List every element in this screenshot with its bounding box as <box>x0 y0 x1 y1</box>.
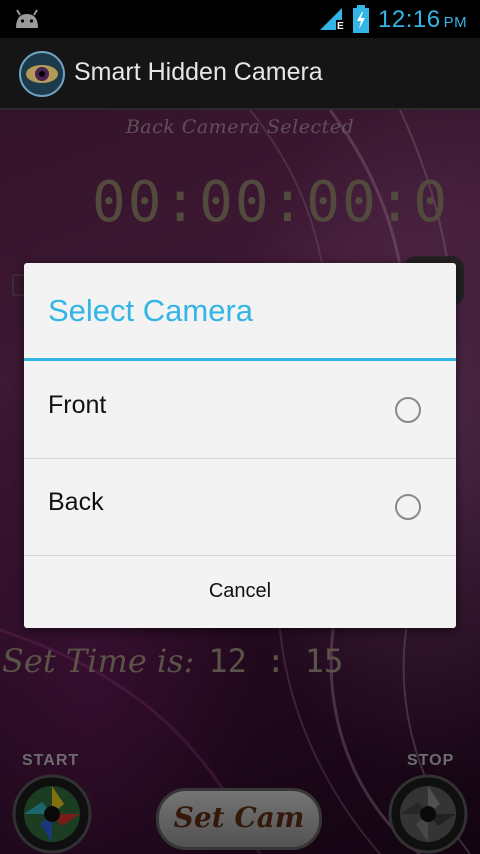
clock-ampm: PM <box>443 14 468 31</box>
clock-time: 12:16 <box>378 6 441 33</box>
status-clock: 12:16 PM <box>378 6 467 34</box>
option-back-label: Back <box>48 488 104 516</box>
android-debug-icon <box>16 9 38 28</box>
signal-icon: E <box>320 8 346 30</box>
svg-text:E: E <box>337 21 344 30</box>
radio-back[interactable] <box>395 494 421 520</box>
battery-charging-icon <box>353 5 369 33</box>
action-bar: Smart Hidden Camera <box>0 38 480 110</box>
option-back[interactable]: Back <box>24 458 456 555</box>
option-front[interactable]: Front <box>24 361 456 458</box>
select-camera-dialog: Select Camera Front Back Cancel <box>24 263 456 628</box>
cancel-button[interactable]: Cancel <box>24 555 456 628</box>
dialog-title: Select Camera <box>48 293 254 328</box>
status-bar: E 12:16 PM <box>0 0 480 38</box>
app-title: Smart Hidden Camera <box>74 58 323 86</box>
eye-camera-logo-icon[interactable] <box>18 50 66 98</box>
radio-front[interactable] <box>395 397 421 423</box>
option-front-label: Front <box>48 391 107 419</box>
